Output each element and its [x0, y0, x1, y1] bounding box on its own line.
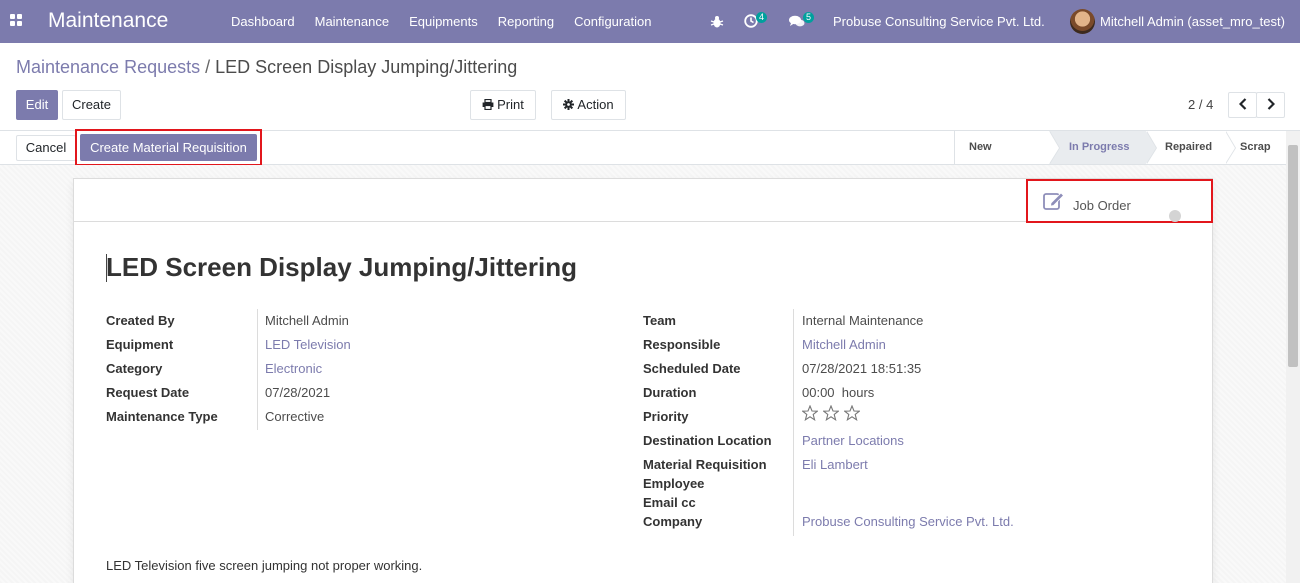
chevron-right-icon [1267, 98, 1275, 110]
menu-item-dashboard[interactable]: Dashboard [221, 0, 305, 43]
request-date-value[interactable]: 07/28/2021 [265, 385, 330, 400]
stage-in-progress[interactable]: In Progress [1049, 131, 1157, 164]
vertical-scrollbar[interactable] [1286, 131, 1300, 583]
star-icon[interactable] [802, 405, 818, 421]
scheduled-date-value[interactable]: 07/28/2021 18:51:35 [802, 361, 921, 376]
company-label: Company [643, 514, 703, 529]
priority-label: Priority [643, 409, 689, 424]
star-icon[interactable] [823, 405, 839, 421]
category-label: Category [106, 361, 163, 376]
mouse-cursor-dot [1169, 210, 1181, 222]
stage-label: In Progress [1069, 141, 1130, 153]
stage-new-request[interactable]: New Request [955, 131, 1060, 186]
scrollbar-thumb[interactable] [1288, 145, 1298, 367]
maintenance-type-value[interactable]: Corrective [265, 409, 324, 424]
duration-label: Duration [643, 385, 697, 400]
equipment-link[interactable]: LED Television [265, 337, 351, 352]
description-text[interactable]: LED Television five screen jumping not p… [106, 558, 422, 573]
responsible-label: Responsible [643, 337, 721, 352]
edit-pencil-icon [1043, 192, 1065, 210]
activity-badge: 4 [756, 12, 768, 23]
stage-pipeline: New Request In Progress Repaired Scrap [954, 131, 1287, 186]
job-order-label: Job Order [1073, 198, 1131, 213]
maintenance-type-label: Maintenance Type [106, 409, 218, 424]
team-label: Team [643, 313, 676, 328]
record-title-text: LED Screen Display Jumping/Jittering [106, 252, 577, 282]
duration-value[interactable]: 00:00 hours [802, 385, 874, 400]
messages-chat-icon[interactable]: 5 [789, 0, 819, 43]
create-material-requisition-button[interactable]: Create Material Requisition [80, 134, 257, 161]
action-label: Action [577, 97, 614, 112]
menu-item-maintenance[interactable]: Maintenance [305, 0, 399, 43]
field-divider [793, 309, 794, 536]
scheduled-date-label: Scheduled Date [643, 361, 741, 376]
star-icon[interactable] [844, 405, 860, 421]
created-by-label: Created By [106, 313, 175, 328]
debug-bug-icon[interactable] [710, 0, 726, 43]
team-value[interactable]: Internal Maintenance [802, 313, 923, 328]
field-divider [257, 309, 258, 430]
material-requisition-label: Material Requisition [643, 457, 767, 472]
company-link[interactable]: Probuse Consulting Service Pvt. Ltd. [802, 514, 1014, 529]
chevron-left-icon [1238, 98, 1246, 110]
equipment-label: Equipment [106, 337, 174, 352]
breadcrumb-current: LED Screen Display Jumping/Jittering [215, 57, 518, 77]
top-navbar: Maintenance Dashboard Maintenance Equipm… [0, 0, 1300, 43]
edit-button[interactable]: Edit [16, 90, 58, 120]
stage-repaired[interactable]: Repaired [1146, 131, 1236, 164]
pager-previous-button[interactable] [1228, 92, 1257, 118]
pager-counter[interactable]: 2 / 4 [1188, 97, 1213, 112]
destination-location-link[interactable]: Partner Locations [802, 433, 904, 448]
menu-item-reporting[interactable]: Reporting [488, 0, 564, 43]
menu-item-configuration[interactable]: Configuration [564, 0, 661, 43]
messages-badge: 5 [803, 12, 815, 23]
record-title[interactable]: LED Screen Display Jumping/Jittering [106, 252, 577, 283]
created-by-value[interactable]: Mitchell Admin [265, 313, 349, 328]
smart-button-box: Job Order [74, 179, 1213, 223]
destination-location-label: Destination Location [643, 433, 772, 448]
pager-next-button[interactable] [1256, 92, 1285, 118]
user-menu[interactable]: Mitchell Admin (asset_mro_test) [1100, 0, 1285, 43]
priority-stars [802, 405, 865, 424]
stage-label: Scrap [1240, 141, 1271, 153]
form-sheet: Job Order LED Screen Display Jumping/Jit… [73, 178, 1213, 583]
action-button[interactable]: Action [551, 90, 626, 120]
category-link[interactable]: Electronic [265, 361, 322, 376]
breadcrumb-parent-link[interactable]: Maintenance Requests [16, 57, 200, 77]
email-cc-field[interactable] [802, 495, 1052, 511]
breadcrumb-separator: / [205, 57, 211, 77]
company-switcher[interactable]: Probuse Consulting Service Pvt. Ltd. [833, 0, 1045, 43]
request-date-label: Request Date [106, 385, 190, 400]
activity-clock-icon[interactable]: 4 [744, 0, 770, 43]
material-requisition-employee-link[interactable]: Eli Lambert [802, 457, 868, 472]
menu-item-equipments[interactable]: Equipments [399, 0, 488, 43]
breadcrumb: Maintenance Requests / LED Screen Display … [16, 57, 517, 78]
job-order-smart-button[interactable]: Job Order [1029, 182, 1209, 222]
user-avatar[interactable] [1070, 9, 1095, 34]
form-statusbar: Cancel Create Material Requisition New R… [0, 129, 1300, 186]
print-button[interactable]: Print [470, 90, 536, 120]
main-menu: Dashboard Maintenance Equipments Reporti… [221, 0, 661, 43]
responsible-link[interactable]: Mitchell Admin [802, 337, 886, 352]
create-button[interactable]: Create [62, 90, 121, 120]
employee-label: Employee [643, 476, 705, 491]
apps-menu-icon[interactable] [10, 14, 23, 27]
gear-icon [563, 99, 575, 110]
cancel-button[interactable]: Cancel [16, 135, 76, 161]
email-cc-label: Email cc [643, 495, 696, 510]
stage-label: Repaired [1165, 141, 1213, 153]
print-label: Print [497, 97, 524, 112]
print-icon [482, 98, 494, 111]
app-brand[interactable]: Maintenance [48, 9, 168, 33]
